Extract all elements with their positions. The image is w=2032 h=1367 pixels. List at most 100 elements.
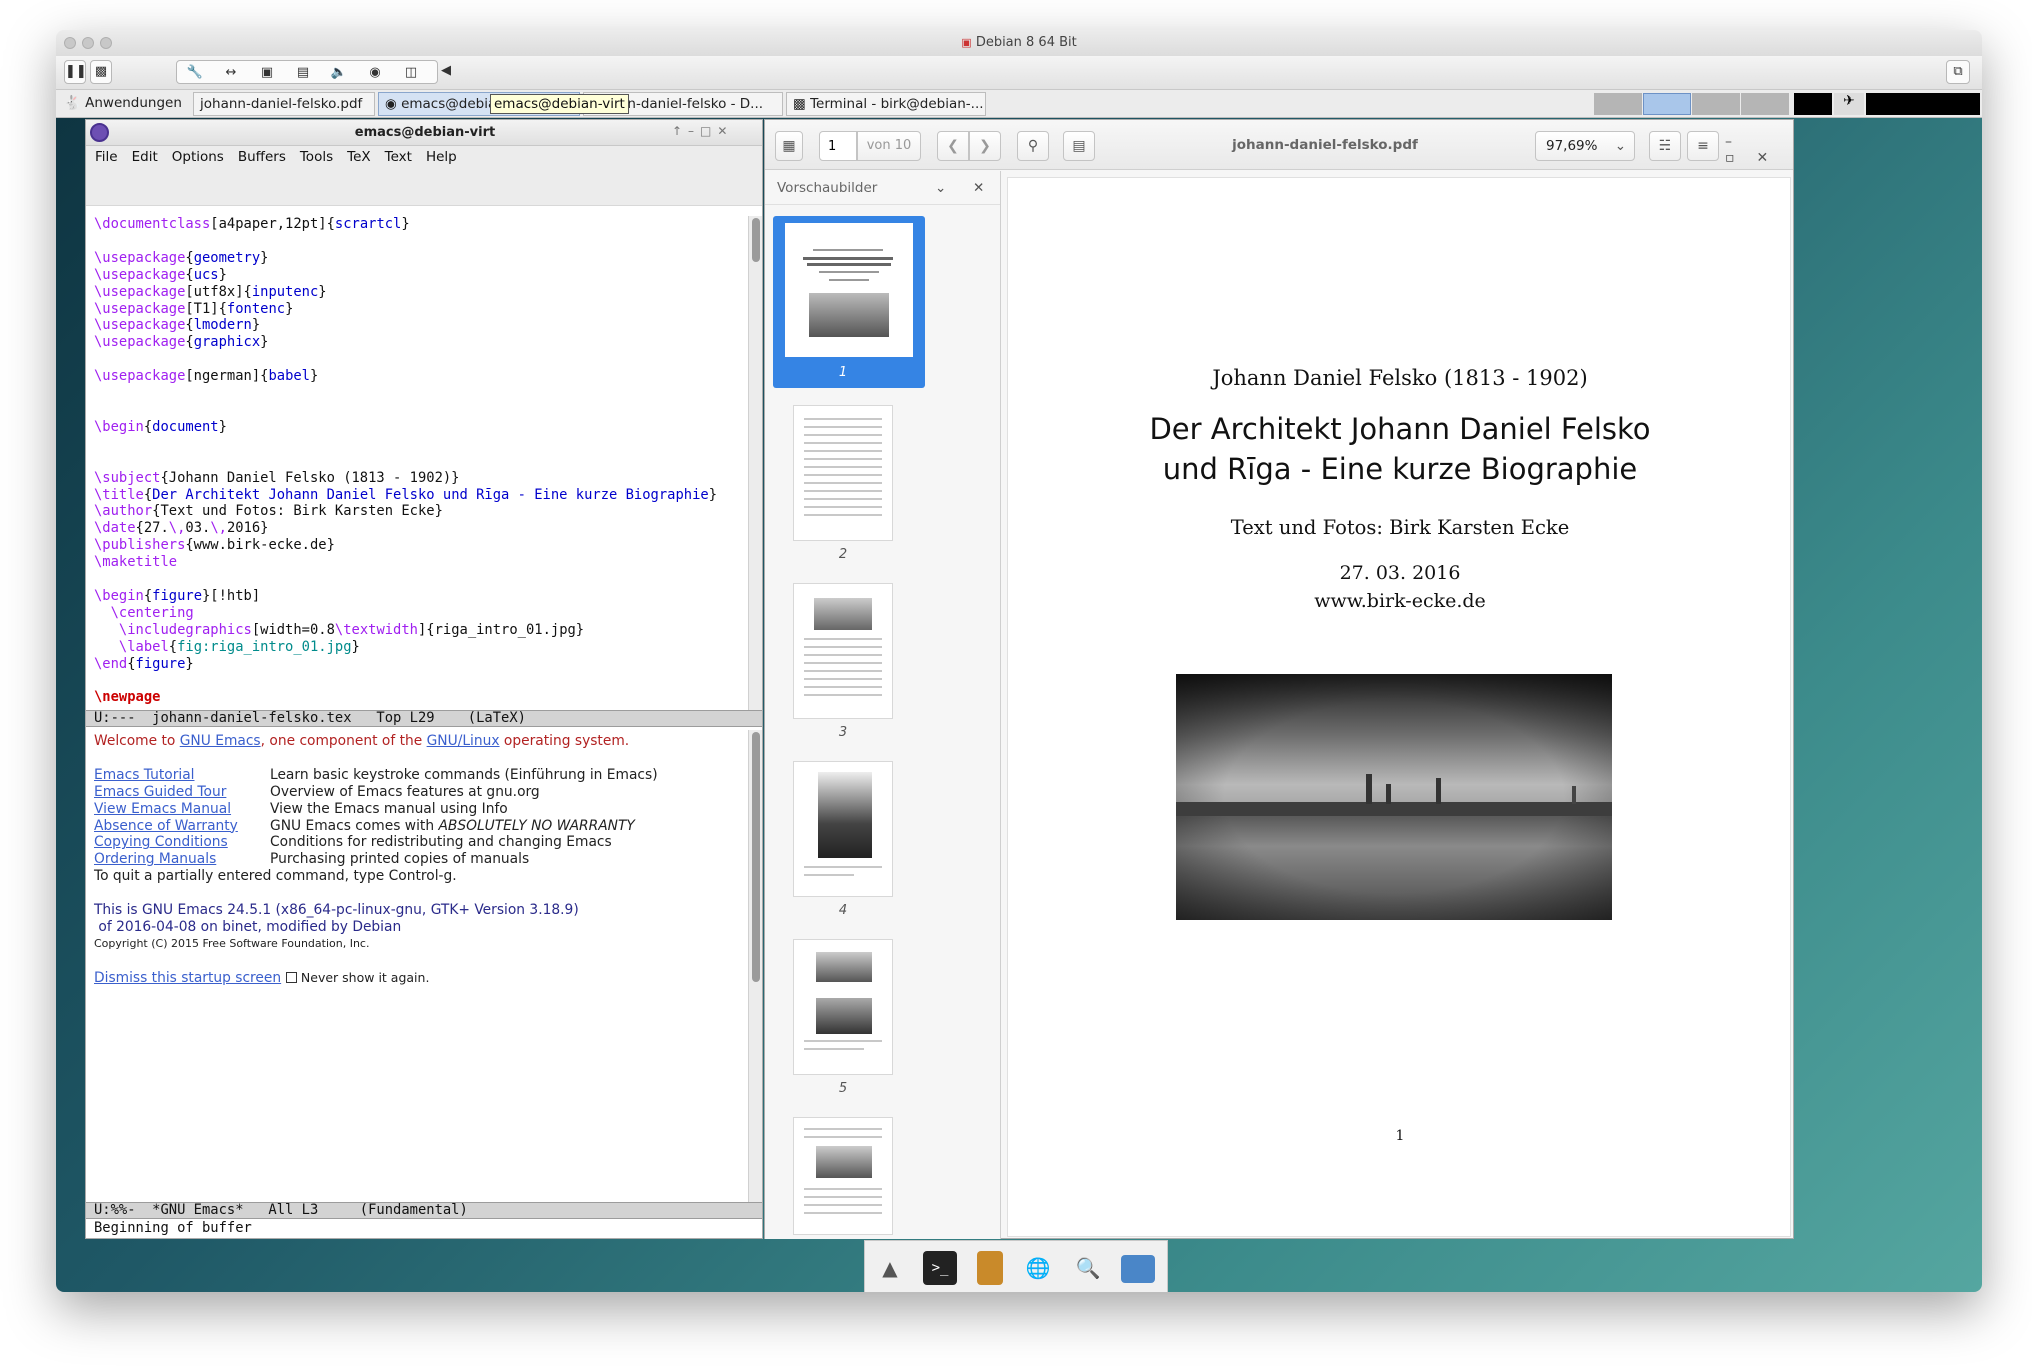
terminal-launcher-icon[interactable]: >_: [923, 1251, 957, 1285]
file-cabinet-icon[interactable]: [977, 1251, 1003, 1285]
startup-scrollbar[interactable]: [748, 730, 762, 1202]
previous-page-icon[interactable]: ❮: [937, 131, 969, 161]
task-tooltip: emacs@debian-virt: [490, 94, 629, 114]
menu-text[interactable]: Text: [385, 149, 412, 165]
startup-row: Absence of Warranty GNU Emacs comes with …: [94, 817, 635, 834]
thumbnail-page-2[interactable]: [793, 405, 893, 541]
menu-edit[interactable]: Edit: [132, 149, 158, 165]
dismiss-startup-link[interactable]: Dismiss this startup screen: [94, 970, 281, 986]
thumbnail-label-4: 4: [838, 903, 848, 918]
web-browser-icon[interactable]: 🌐: [1021, 1251, 1055, 1285]
chevron-left-icon[interactable]: ◀: [440, 60, 452, 84]
copyright: Copyright (C) 2015 Free Software Foundat…: [94, 936, 370, 950]
page-number-input[interactable]: [819, 131, 857, 161]
applications-menu[interactable]: 🐇 Anwendungen: [58, 92, 188, 116]
workspace-2[interactable]: [1643, 93, 1691, 115]
gnu-linux-link[interactable]: GNU/Linux: [427, 733, 500, 749]
thumbnail-page-1[interactable]: [785, 223, 913, 357]
folder-icon[interactable]: [1121, 1255, 1155, 1283]
emacs-window: emacs@debian-virt ↑–□✕ File Edit Options Bu…: [85, 119, 763, 1239]
bookmark-icon[interactable]: ☵: [1649, 131, 1681, 161]
thumbnail-sidebar: Vorschaubilder ⌄ ✕ 1 2 3 4 5: [765, 171, 1001, 1239]
window-controls[interactable]: ↑–□✕: [672, 124, 733, 138]
emacs-menubar: File Edit Options Buffers Tools TeX Text Help: [86, 146, 762, 170]
view-manual-link[interactable]: View Emacs Manual: [94, 801, 231, 817]
menu-buffers[interactable]: Buffers: [238, 149, 286, 165]
doc-date: 27. 03. 2016: [1339, 562, 1461, 584]
vm-toolbar: ❚❚ ▩ 🔧 ↔ ▣ ▤ 🔈 ◉ ◫ ◀ ⧉: [56, 56, 1982, 90]
thumbnail-page-6[interactable]: [793, 1117, 893, 1235]
startup-row: Copying Conditions Conditions for redistr…: [94, 834, 612, 851]
hamburger-menu-icon[interactable]: ≡: [1687, 131, 1719, 161]
camera-icon[interactable]: ◉: [357, 62, 393, 84]
network-tray-icon[interactable]: ✈: [1834, 93, 1864, 115]
fullscreen-icon[interactable]: ⧉: [1946, 60, 1970, 84]
vm-window: ▣ Debian 8 64 Bit ❚❚ ▩ 🔧 ↔ ▣ ▤ 🔈 ◉ ◫ ◀ ⧉ 🐇 Anw…: [56, 30, 1982, 1292]
never-show-checkbox[interactable]: [285, 971, 297, 983]
thumbnail-label-5: 5: [838, 1081, 848, 1096]
vm-titlebar: ▣ Debian 8 64 Bit: [56, 30, 1982, 56]
task-terminal[interactable]: ▩ Terminal - birk@debian-...: [786, 92, 986, 116]
sidebar-dropdown-icon[interactable]: ⌄: [935, 171, 946, 205]
menu-file[interactable]: File: [95, 149, 118, 165]
terminal-icon: ▩: [793, 96, 806, 112]
next-page-icon[interactable]: ❯: [969, 131, 1001, 161]
viewer-window-controls[interactable]: –▫✕: [1725, 134, 1793, 166]
zoom-select[interactable]: 97,69% ⌄: [1535, 131, 1635, 161]
doc-publisher: www.birk-ecke.de: [1314, 590, 1486, 612]
usb-icon[interactable]: ◫: [393, 62, 429, 84]
startup-row: Emacs Tutorial Learn basic keystroke comm…: [94, 766, 658, 783]
thumbnail-label-1: 1: [838, 365, 848, 380]
disk-icon[interactable]: ▣: [249, 62, 285, 84]
network-arrows-icon[interactable]: ↔: [213, 62, 249, 84]
page-count: von 10: [857, 131, 921, 161]
thumbnail-page-3[interactable]: [793, 583, 893, 719]
vm-title: ▣ Debian 8 64 Bit: [961, 35, 1077, 50]
printer-icon[interactable]: ▤: [285, 62, 321, 84]
thumbnail-page-5[interactable]: [793, 939, 893, 1075]
workspace-1[interactable]: [1594, 93, 1642, 115]
emacs-window-title: emacs@debian-virt: [354, 125, 496, 140]
emacs-tutorial-link[interactable]: Emacs Tutorial: [94, 767, 195, 783]
viewer-title: johann-daniel-felsko.pdf: [1232, 137, 1418, 153]
menu-options[interactable]: Options: [172, 149, 224, 165]
thumbnail-page-4[interactable]: [793, 761, 893, 897]
wrench-icon[interactable]: 🔧: [177, 62, 213, 84]
startup-row: View Emacs Manual View the Emacs manual u…: [94, 800, 508, 817]
copying-conditions-link[interactable]: Copying Conditions: [94, 834, 228, 850]
search-icon[interactable]: ⚲: [1017, 131, 1049, 161]
ordering-manuals-link[interactable]: Ordering Manuals: [94, 851, 216, 867]
sound-icon[interactable]: 🔈: [321, 62, 357, 84]
menu-help[interactable]: Help: [426, 149, 457, 165]
sidebar-toggle-icon[interactable]: ▦: [775, 131, 803, 161]
thumbnail-label-2: 2: [838, 547, 848, 562]
workspace-3[interactable]: [1692, 93, 1740, 115]
gnu-emacs-link[interactable]: GNU Emacs: [180, 733, 261, 749]
snapshot-icon[interactable]: ▩: [90, 60, 112, 84]
clock-area: [1866, 93, 1980, 115]
doc-title-line1: Der Architekt Johann Daniel Felsko: [1149, 412, 1651, 446]
dock: ▲ >_ 🌐 🔍: [864, 1240, 1168, 1292]
app-finder-icon[interactable]: 🔍: [1071, 1251, 1105, 1285]
echo-area: Beginning of buffer: [94, 1220, 252, 1236]
emacs-toolbar: [86, 170, 762, 206]
emacs-startup-screen: Welcome to GNU Emacs, one component of t…: [94, 733, 734, 987]
annotations-icon[interactable]: ▤: [1063, 131, 1095, 161]
guided-tour-link[interactable]: Emacs Guided Tour: [94, 784, 226, 800]
guest-desktop: 🐇 Anwendungen johann-daniel-felsko.pdf ◉…: [56, 90, 1982, 1292]
emacs-icon: ◉: [385, 96, 397, 112]
sidebar-close-icon[interactable]: ✕: [973, 171, 984, 205]
welcome-line: Welcome to GNU Emacs, one component of t…: [94, 733, 630, 749]
doc-subject: Johann Daniel Felsko (1813 - 1902): [1212, 366, 1588, 390]
show-desktop-icon[interactable]: ▲: [873, 1251, 907, 1285]
chevron-down-icon: ⌄: [1614, 138, 1626, 154]
build-info: of 2016-04-08 on binet, modified by Debi…: [94, 918, 402, 935]
menu-tex[interactable]: TeX: [347, 149, 371, 165]
workspace-4[interactable]: [1741, 93, 1789, 115]
task-pdf[interactable]: johann-daniel-felsko.pdf: [193, 92, 375, 116]
latex-source-buffer[interactable]: \documentclass[a4paper,12pt]{scrartcl} \…: [94, 216, 734, 706]
pause-icon[interactable]: ❚❚: [64, 60, 87, 84]
menu-tools[interactable]: Tools: [300, 149, 333, 165]
absence-of-warranty-link[interactable]: Absence of Warranty: [94, 818, 238, 834]
source-scrollbar[interactable]: [748, 216, 762, 710]
